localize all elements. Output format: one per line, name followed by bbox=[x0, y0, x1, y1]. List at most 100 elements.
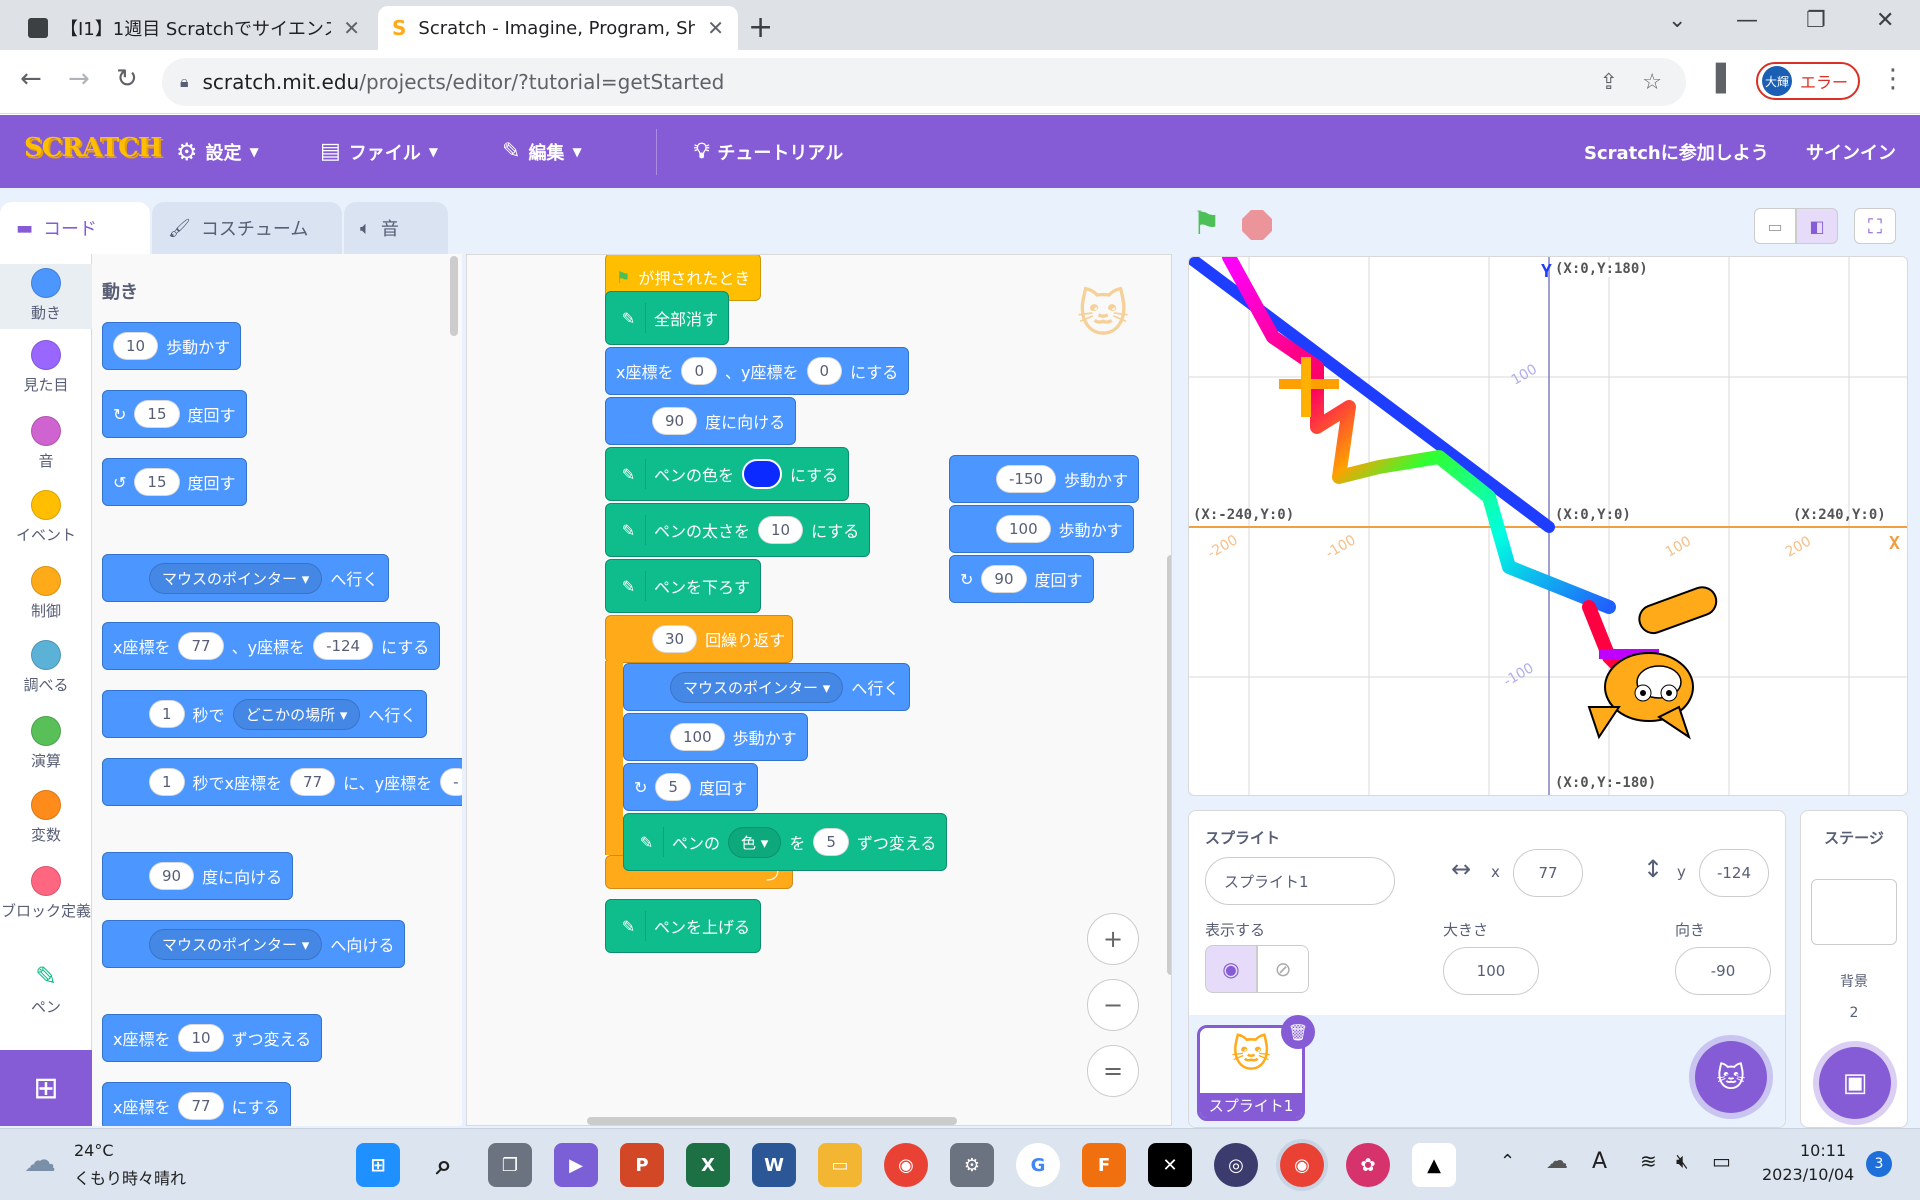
category-sound[interactable]: 音 bbox=[0, 416, 92, 471]
category-operators[interactable]: 演算 bbox=[0, 716, 92, 771]
add-sprite-button[interactable]: 🐱︎ bbox=[1695, 1041, 1767, 1113]
add-extension-button[interactable]: ⊞ bbox=[0, 1050, 92, 1126]
block-change-x[interactable]: x座標を 10 ずつ変える bbox=[102, 1014, 323, 1062]
notification-badge[interactable]: 3 bbox=[1866, 1151, 1892, 1177]
input-degrees[interactable]: 5 bbox=[655, 773, 691, 801]
block-setxy[interactable]: x座標を 77 、y座標を -124 にする bbox=[102, 622, 441, 670]
sidepanel-icon[interactable]: ▌ bbox=[1716, 64, 1736, 94]
fusion360-icon[interactable]: F bbox=[1082, 1143, 1126, 1187]
block-pen-up[interactable]: ✎ ペンを上げる bbox=[605, 899, 762, 953]
edit-menu[interactable]: ✎ 編集 ▼ bbox=[502, 115, 582, 188]
workspace-hscroll[interactable] bbox=[587, 1117, 957, 1125]
zoom-out-button[interactable]: − bbox=[1087, 979, 1139, 1031]
block-goto[interactable]: マウスのポインター ▾ へ行く bbox=[102, 554, 390, 602]
block-set-pen-size[interactable]: ✎ ペンの太さを 10 にする bbox=[605, 503, 871, 557]
reload-icon[interactable]: ↻ bbox=[116, 64, 138, 94]
workspace-vscroll[interactable] bbox=[1167, 555, 1171, 975]
settings-icon[interactable]: ⚙ bbox=[950, 1143, 994, 1187]
app-flower-icon[interactable]: ✿ bbox=[1346, 1143, 1390, 1187]
search-icon[interactable]: ⌕ bbox=[422, 1143, 466, 1187]
block-setxy[interactable]: x座標を 0 、y座標を 0 にする bbox=[605, 347, 910, 395]
input-x[interactable]: 77 bbox=[178, 1092, 224, 1120]
file-menu[interactable]: ▤ ファイル ▼ bbox=[320, 115, 438, 188]
input-size[interactable]: 10 bbox=[758, 516, 804, 544]
dropdown-target[interactable]: マウスのポインター ▾ bbox=[149, 928, 323, 960]
block-turn-left[interactable]: ↺ 15 度回す bbox=[102, 458, 247, 506]
block-pen-down[interactable]: ✎ ペンを下ろす bbox=[605, 559, 762, 613]
block-move[interactable]: 100 歩動かす bbox=[949, 505, 1134, 553]
dropdown-target[interactable]: どこかの場所 ▾ bbox=[232, 698, 361, 730]
input-steps[interactable]: 100 bbox=[996, 515, 1051, 543]
input-x[interactable]: 0 bbox=[681, 357, 718, 385]
input-y[interactable]: 0 bbox=[806, 357, 843, 385]
x-input[interactable]: 77 bbox=[1513, 849, 1583, 897]
input-amount[interactable]: 5 bbox=[813, 828, 849, 856]
input-y[interactable]: - bbox=[440, 768, 462, 796]
input-x[interactable]: 77 bbox=[290, 768, 336, 796]
folder-icon[interactable]: ▭ bbox=[818, 1143, 862, 1187]
category-looks[interactable]: 見た目 bbox=[0, 340, 92, 395]
clock-date[interactable]: 2023/10/04 bbox=[1762, 1165, 1854, 1184]
sprite-name-input[interactable]: スプライト1 bbox=[1205, 857, 1395, 905]
green-flag-icon[interactable]: ⚑ bbox=[1192, 204, 1221, 242]
repeat-header[interactable]: 30 回繰り返す bbox=[605, 615, 793, 663]
tab-close-icon[interactable]: ✕ bbox=[343, 16, 360, 40]
y-input[interactable]: -124 bbox=[1699, 849, 1769, 897]
profile-button[interactable]: 大輝 エラー bbox=[1756, 62, 1860, 100]
block-point-direction[interactable]: 90 度に向ける bbox=[102, 852, 294, 900]
minimize-icon[interactable]: — bbox=[1736, 8, 1758, 33]
code-workspace[interactable]: 🐱︎ ⚑ が押されたとき ✎ 全部消す x座標を 0 、y座標を 0 にする 90 度に向ける… bbox=[466, 254, 1172, 1126]
tab-code[interactable]: ▬ コード bbox=[0, 202, 150, 254]
category-myblocks[interactable]: ブロック定義 bbox=[0, 866, 92, 922]
restore-icon[interactable]: ❐ bbox=[1806, 8, 1826, 33]
show-button[interactable]: ◉ bbox=[1205, 945, 1257, 993]
dropdown-pen-param[interactable]: 色 ▾ bbox=[728, 826, 782, 858]
input-direction[interactable]: 90 bbox=[149, 862, 195, 890]
input-y[interactable]: -124 bbox=[313, 632, 374, 660]
tab-sound[interactable]: 🔈︎ 音 bbox=[344, 202, 448, 254]
input-degrees[interactable]: 15 bbox=[134, 468, 180, 496]
input-direction[interactable]: 90 bbox=[652, 407, 698, 435]
color-swatch[interactable] bbox=[742, 459, 783, 489]
category-sensing[interactable]: 調べる bbox=[0, 640, 92, 695]
more-menu-icon[interactable]: ⋮ bbox=[1880, 64, 1906, 94]
fullscreen-icon[interactable]: ⛶ bbox=[1854, 208, 1896, 244]
start-icon[interactable]: ⊞ bbox=[356, 1143, 400, 1187]
chevron-up-icon[interactable]: ⌃ bbox=[1500, 1151, 1515, 1172]
battery-icon[interactable]: ▭ bbox=[1712, 1149, 1731, 1173]
input-seconds[interactable]: 1 bbox=[149, 700, 185, 728]
x-app-icon[interactable]: ✕ bbox=[1148, 1143, 1192, 1187]
input-times[interactable]: 30 bbox=[652, 625, 698, 653]
add-backdrop-button[interactable]: ▣ bbox=[1819, 1047, 1891, 1119]
share-icon[interactable]: ⇪ bbox=[1600, 70, 1618, 95]
stop-icon[interactable] bbox=[1242, 210, 1272, 240]
block-goto[interactable]: マウスのポインター ▾ へ行く bbox=[623, 663, 911, 711]
block-point-towards[interactable]: マウスのポインター ▾ へ向ける bbox=[102, 920, 406, 968]
input-seconds[interactable]: 1 bbox=[149, 768, 185, 796]
tab-search-icon[interactable]: ⌄ bbox=[1668, 8, 1686, 33]
input-steps[interactable]: 10 bbox=[113, 332, 159, 360]
block-change-pen-color[interactable]: ✎ ペンの色 ▾ を 5 ずつ変える bbox=[623, 813, 948, 871]
direction-input[interactable]: -90 bbox=[1675, 947, 1771, 995]
stage-canvas[interactable]: Y X (X:0,Y:180) (X:0,Y:0) (X:-240,Y:0) (… bbox=[1188, 256, 1908, 796]
block-move[interactable]: -150 歩動かす bbox=[949, 455, 1140, 503]
delete-sprite-icon[interactable]: 🗑︎ bbox=[1281, 1015, 1315, 1049]
ime-indicator[interactable]: A bbox=[1592, 1149, 1607, 1174]
url-input[interactable]: 🔒︎ scratch.mit.edu/projects/editor/?tuto… bbox=[162, 58, 1686, 106]
block-set-x[interactable]: x座標を 77 にする bbox=[102, 1082, 291, 1126]
block-glide-xy[interactable]: 1 秒でx座標を 77 に、y座標を - bbox=[102, 758, 462, 806]
dropdown-target[interactable]: マウスのポインター ▾ bbox=[149, 562, 323, 594]
new-tab-button[interactable]: + bbox=[748, 10, 773, 45]
block-glide-to[interactable]: 1 秒で どこかの場所 ▾ へ行く bbox=[102, 690, 428, 738]
input-steps[interactable]: -150 bbox=[996, 465, 1057, 493]
input-degrees[interactable]: 90 bbox=[981, 565, 1027, 593]
clock-time[interactable]: 10:11 bbox=[1800, 1141, 1846, 1160]
block-point-direction[interactable]: 90 度に向ける bbox=[605, 397, 797, 445]
block-move[interactable]: 100 歩動かす bbox=[623, 713, 808, 761]
forward-icon[interactable]: → bbox=[68, 64, 90, 94]
stage-thumbnail[interactable] bbox=[1811, 879, 1897, 945]
settings-menu[interactable]: ⚙ 設定 ▼ bbox=[176, 115, 259, 188]
block-move[interactable]: 10 歩動かす bbox=[102, 322, 242, 370]
normal-stage-button[interactable]: ◧ bbox=[1796, 208, 1838, 244]
signin-link[interactable]: サインイン bbox=[1806, 115, 1896, 188]
